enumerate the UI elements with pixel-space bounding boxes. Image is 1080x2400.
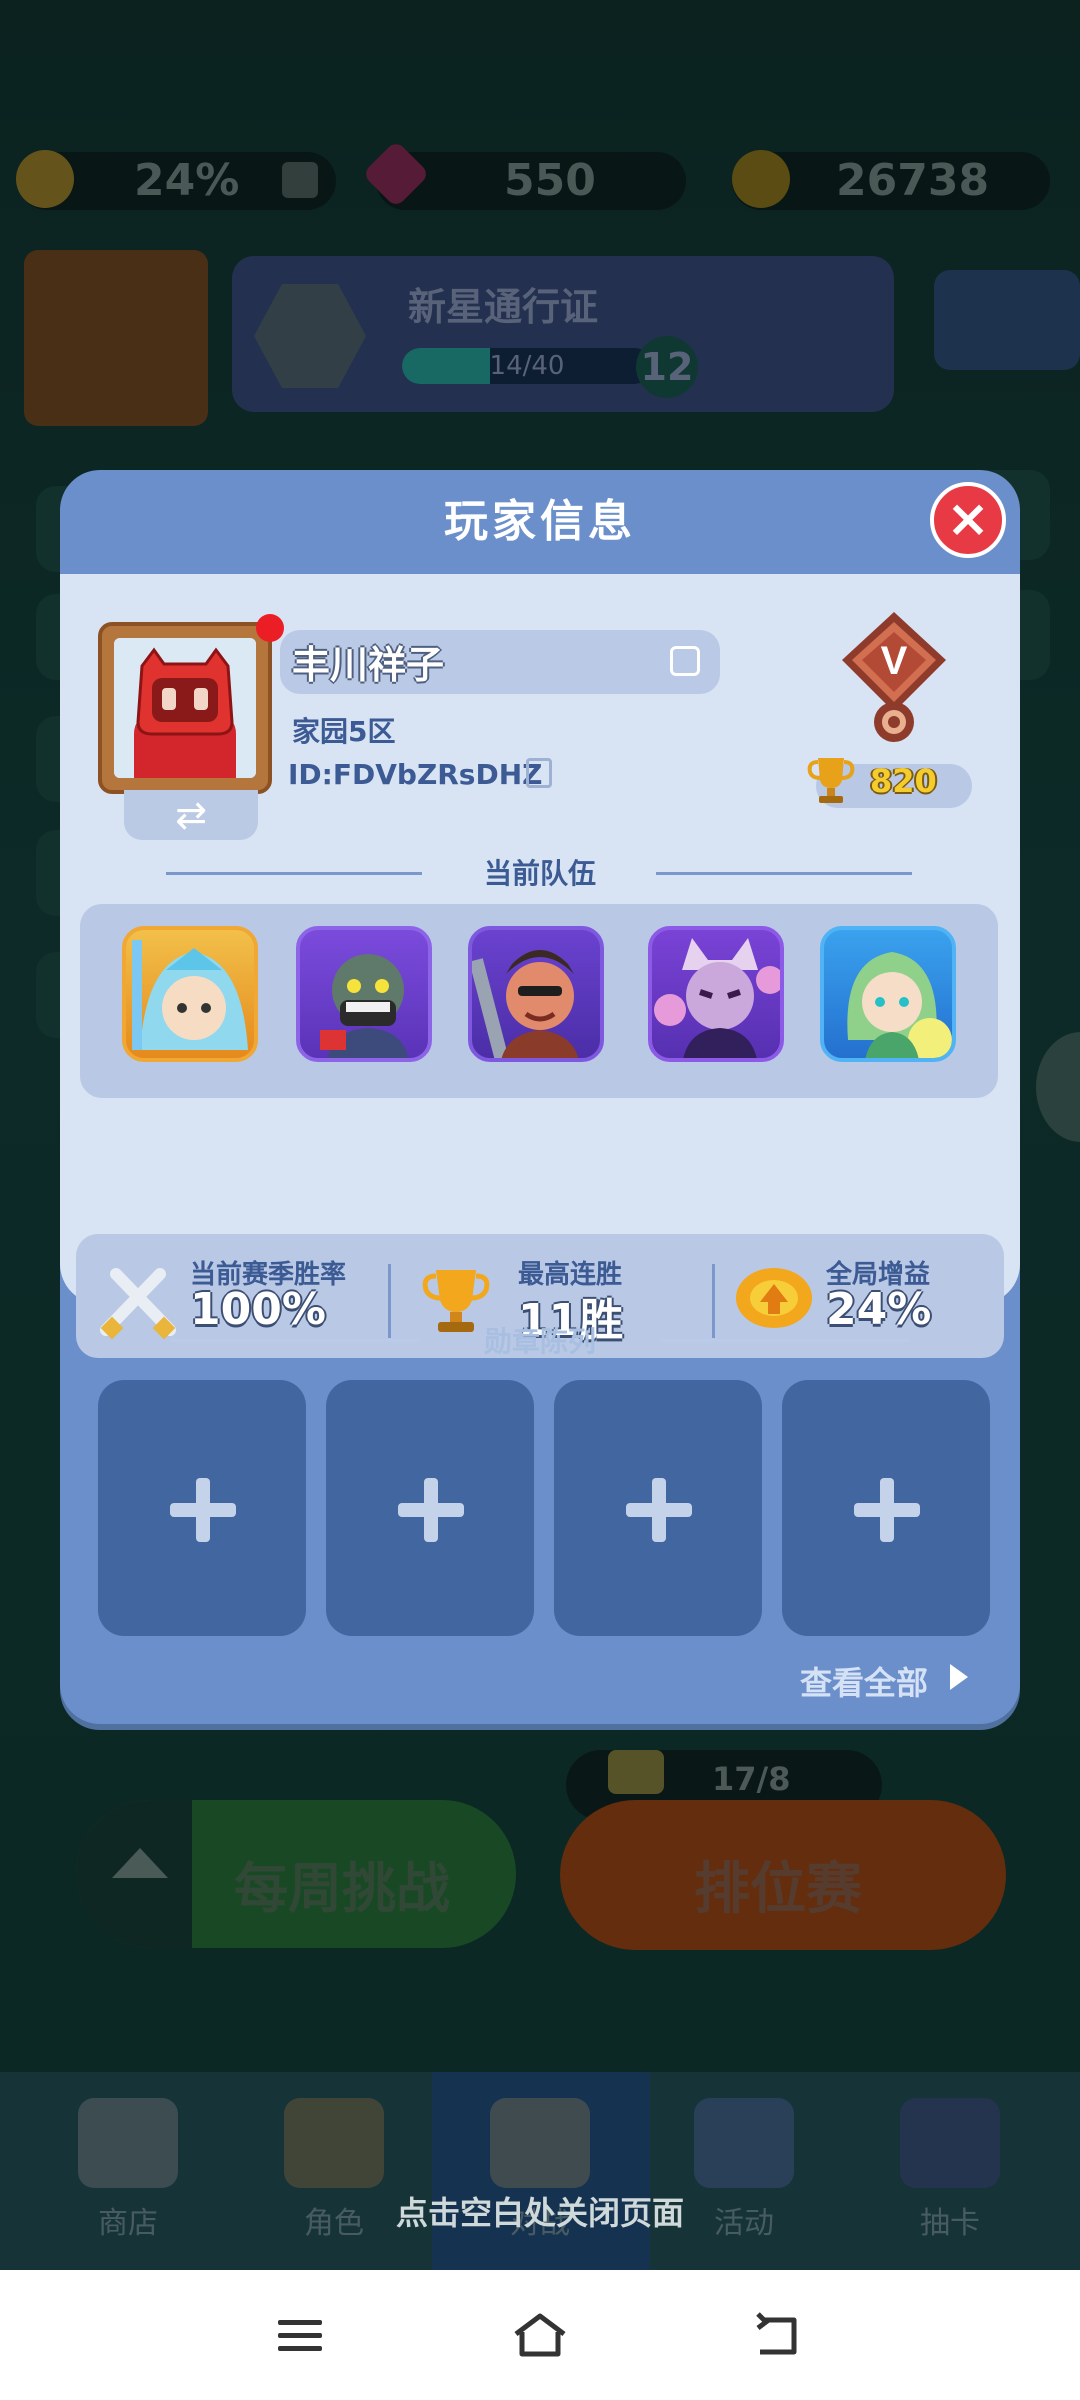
team-hero-ice-queen[interactable] [122,926,258,1062]
stat-divider [712,1264,715,1338]
team-hero-shadow-imp[interactable] [648,926,784,1062]
hero-portrait-icon [320,954,409,1058]
player-server: 家园5区 [292,715,396,748]
rank-letter: V [881,639,908,683]
player-info-card: ⇄ 丰川祥子 家园5区 ID:FDVbZRsDHZ V 820 当前队伍 当前赛… [60,574,1020,1358]
home-icon[interactable] [510,2310,570,2360]
player-avatar[interactable] [98,622,272,794]
play-arrow-icon [950,1664,968,1690]
panel-title: 玩家信息 [444,496,636,547]
divider-line [660,1339,910,1342]
rank-badge-icon: V [842,612,946,742]
back-icon[interactable] [754,2310,804,2360]
close-button[interactable]: × [930,482,1006,558]
notification-dot [256,614,284,642]
system-navigation-bar [0,2270,1080,2400]
trophy-count: 820 [870,762,937,800]
swap-arrows-icon: ⇄ [175,793,207,837]
menu-icon[interactable] [276,2316,324,2356]
team-hero-zombie[interactable] [296,926,432,1062]
close-icon: × [946,489,990,549]
hero-portrait-icon [847,952,952,1058]
swap-avatar-button[interactable]: ⇄ [124,790,258,840]
hero-portrait-icon [132,940,248,1050]
player-info-panel: 玩家信息 × ⇄ 丰川祥子 家园5区 ID:FDVbZRsDHZ V 820 当… [60,470,1020,1724]
team-section-title: 当前队伍 [483,857,596,890]
plus-icon [170,1478,236,1542]
team-hero-forest-girl[interactable] [820,926,956,1062]
medal-section-title: 勋章陈列 [483,1325,596,1358]
medal-slot[interactable] [326,1380,534,1636]
stat-divider [388,1264,391,1338]
player-id: ID:FDVbZRsDHZ [288,758,543,791]
plus-icon [398,1478,464,1542]
trophy-icon [807,758,855,803]
plus-icon [854,1478,920,1542]
edit-name-icon[interactable] [670,646,700,676]
view-all-link[interactable]: 查看全部 [800,1658,928,1704]
hero-portrait-icon [654,938,780,1058]
global-boost-icon [736,1268,812,1328]
medal-slot[interactable] [98,1380,306,1636]
player-name: 丰川祥子 [292,643,445,687]
crossed-swords-icon [100,1268,176,1340]
medal-slot[interactable] [782,1380,990,1636]
hero-portrait-icon [472,950,579,1058]
copy-id-icon[interactable] [526,758,552,788]
plus-icon [626,1478,692,1542]
robot-avatar-icon [114,638,256,778]
divider-line [656,872,912,875]
close-hint-text: 点击空白处关闭页面 [395,2194,684,2232]
team-hero-warrior[interactable] [468,926,604,1062]
divider-line [166,872,422,875]
divider-line [170,1339,420,1342]
medal-slot[interactable] [554,1380,762,1636]
stat-value-win-rate: 100% [190,1284,326,1335]
stat-value-global-boost: 24% [826,1284,932,1335]
